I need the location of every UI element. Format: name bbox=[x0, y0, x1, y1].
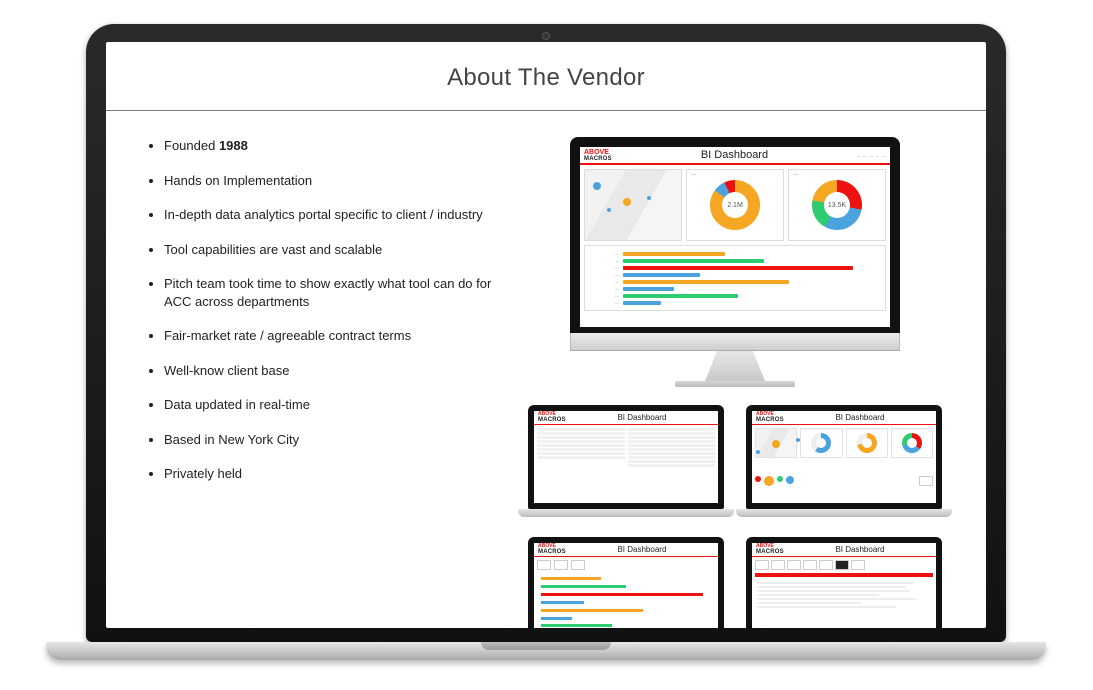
vendor-logo: ABOVEMACROS bbox=[756, 544, 784, 555]
list-item: In-depth data analytics portal specific … bbox=[164, 206, 500, 224]
list-item: Hands on Implementation bbox=[164, 172, 500, 190]
dashboard-title: BI Dashboard bbox=[570, 545, 714, 554]
mini-body bbox=[534, 557, 718, 628]
widget-label: — bbox=[793, 172, 798, 178]
laptop-notch bbox=[481, 642, 611, 650]
dashboard-title: BI Dashboard bbox=[616, 149, 853, 161]
donut-widget-1: — 2.1M bbox=[686, 169, 784, 241]
dashboard-header: ABOVEMACROS BI Dashboard bbox=[752, 411, 936, 425]
logo-line1: ABOVE bbox=[584, 149, 609, 156]
donut-widget bbox=[800, 428, 842, 458]
dashboard-header: ABOVEMACROS BI Dashboard bbox=[534, 411, 718, 425]
map-widget bbox=[584, 169, 682, 241]
imac-screen: ABOVE MACROS BI Dashboard — — — — — — bbox=[570, 137, 900, 333]
donut-chart-icon bbox=[857, 433, 877, 453]
mini-body bbox=[752, 557, 936, 628]
bar-area bbox=[623, 250, 879, 306]
dashboard-header: ABOVEMACROS BI Dashboard bbox=[534, 543, 718, 557]
list-item: Tool capabilities are vast and scalable bbox=[164, 241, 500, 259]
donut-widget bbox=[846, 428, 888, 458]
kpi-row bbox=[755, 560, 933, 570]
dashboard-title: BI Dashboard bbox=[788, 413, 932, 422]
vendor-logo: ABOVEMACROS bbox=[756, 412, 784, 423]
map-widget bbox=[755, 428, 797, 458]
vendor-logo: ABOVEMACROS bbox=[538, 412, 566, 423]
text-lines bbox=[755, 580, 933, 628]
donut-widget-2: — 13.5K bbox=[788, 169, 886, 241]
mini-laptop-3: ABOVEMACROS BI Dashboard bbox=[528, 537, 724, 628]
mini-laptop-1: ABOVEMACROS BI Dashboard bbox=[528, 405, 724, 523]
mini-body bbox=[752, 425, 936, 503]
bubble-chart-icon bbox=[755, 476, 794, 486]
vendor-logo: ABOVE MACROS bbox=[584, 149, 612, 162]
mini-body bbox=[534, 425, 718, 503]
mini-laptop-4: ABOVEMACROS BI Dashboard bbox=[746, 537, 942, 628]
list-item: Based in New York City bbox=[164, 431, 500, 449]
imac-foot bbox=[675, 381, 795, 387]
donut-chart-icon bbox=[902, 433, 922, 453]
donut-value: 13.5K bbox=[828, 202, 846, 209]
summary-banner bbox=[755, 573, 933, 577]
list-item: Data updated in real-time bbox=[164, 396, 500, 414]
dashboard-title: BI Dashboard bbox=[570, 413, 714, 422]
mini-laptop-2: ABOVEMACROS BI Dashboard bbox=[746, 405, 942, 523]
sidebar-list bbox=[537, 428, 625, 500]
slide-content: Founded 1988 Hands on Implementation In-… bbox=[106, 111, 986, 628]
dashboard-header: ABOVE MACROS BI Dashboard — — — — — bbox=[580, 147, 890, 165]
logo-line2: MACROS bbox=[584, 156, 612, 162]
bar-widget: ———————— bbox=[584, 245, 886, 311]
thumbnail-grid: ABOVEMACROS BI Dashboard bbox=[528, 405, 942, 628]
donut-chart-icon bbox=[811, 433, 831, 453]
list-item: Pitch team took time to show exactly wha… bbox=[164, 275, 500, 310]
dashboard-title: BI Dashboard bbox=[788, 545, 932, 554]
slide-screen: About The Vendor Founded 1988 Hands on I… bbox=[106, 42, 986, 628]
bar-labels: ———————— bbox=[591, 250, 619, 306]
list-item: Founded 1988 bbox=[164, 137, 500, 155]
dashboard-header: ABOVEMACROS BI Dashboard bbox=[752, 543, 936, 557]
donut-value: 2.1M bbox=[727, 202, 743, 209]
bullet-bold: 1988 bbox=[219, 138, 248, 153]
slide-title: About The Vendor bbox=[106, 42, 986, 110]
device-gallery: ABOVE MACROS BI Dashboard — — — — — — bbox=[518, 137, 952, 628]
bullet-list: Founded 1988 Hands on Implementation In-… bbox=[140, 137, 500, 628]
data-table bbox=[628, 428, 716, 500]
laptop-mockup: About The Vendor Founded 1988 Hands on I… bbox=[86, 24, 1006, 660]
widget-label: — bbox=[691, 172, 696, 178]
list-item: Well-know client base bbox=[164, 362, 500, 380]
widget-row: — 2.1M — 13.5K bbox=[580, 165, 890, 245]
vendor-logo: ABOVEMACROS bbox=[538, 544, 566, 555]
imac-stand bbox=[705, 351, 765, 381]
list-item: Privately held bbox=[164, 465, 500, 483]
imac-chin bbox=[570, 333, 900, 351]
legend-box bbox=[919, 476, 933, 486]
list-item: Fair-market rate / agreeable contract te… bbox=[164, 327, 500, 345]
dashboard-nav: — — — — — bbox=[857, 153, 886, 158]
filters bbox=[537, 560, 715, 570]
laptop-lid: About The Vendor Founded 1988 Hands on I… bbox=[86, 24, 1006, 642]
laptop-base bbox=[46, 642, 1046, 660]
camera-icon bbox=[542, 32, 550, 40]
donut-widget bbox=[891, 428, 933, 458]
imac-mockup: ABOVE MACROS BI Dashboard — — — — — — bbox=[570, 137, 900, 387]
bullet-text: Founded bbox=[164, 138, 219, 153]
bar-widget bbox=[537, 573, 715, 628]
